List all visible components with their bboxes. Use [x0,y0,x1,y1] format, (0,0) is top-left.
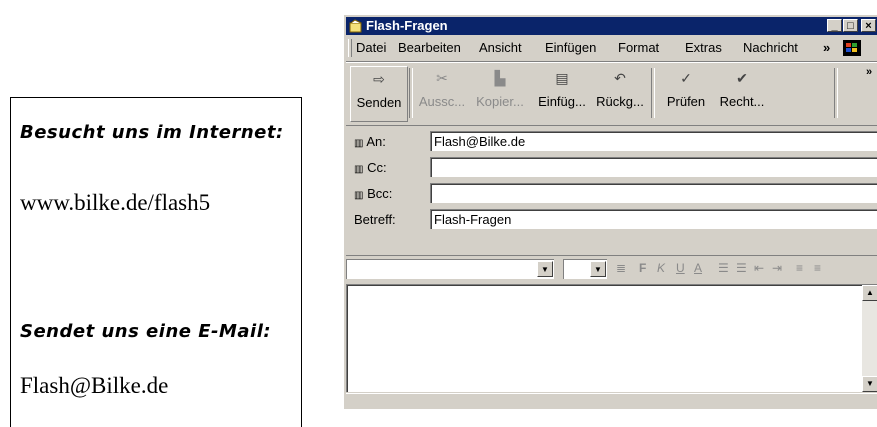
menu-extras[interactable]: Extras [685,37,722,59]
cc-row: ▥ Cc: [346,156,877,180]
scroll-up-icon[interactable]: ▲ [862,285,877,301]
menu-nachricht[interactable]: Nachricht [743,37,798,59]
undo-label: Rückg... [596,94,644,109]
bold-button[interactable]: F [639,261,646,275]
send-icon: ⇨ [373,71,385,87]
underline-button[interactable]: U [676,261,685,275]
copy-icon: ▙ [494,70,506,86]
menu-bearbeiten[interactable]: Bearbeiten [398,37,461,59]
paste-icon: ▤ [555,70,569,86]
font-size-select[interactable]: ▼ [563,259,607,279]
menu-datei[interactable]: Datei [356,37,386,59]
numbered-list-icon[interactable]: ☰ [718,261,729,275]
copy-label: Kopier... [476,94,524,109]
chevron-down-icon[interactable]: ▼ [590,261,606,277]
undo-icon: ↶ [614,70,626,86]
window-title: Flash-Fragen [366,18,448,33]
italic-button[interactable]: K [657,261,665,275]
menu-grip [348,39,352,57]
title-bar[interactable]: Flash-Fragen _ □ × [346,17,877,35]
paragraph-style-icon[interactable]: ≣ [616,261,626,275]
menu-format[interactable]: Format [618,37,659,59]
to-row: ▥ An: Flash@Bilke.de [346,130,877,154]
chevron-down-icon[interactable]: ▼ [537,261,553,277]
scroll-down-icon[interactable]: ▼ [862,376,877,392]
undo-button[interactable]: ↶ Rückg... [592,66,648,120]
check-label: Prüfen [666,94,706,109]
website-url: www.bilke.de/flash5 [20,190,211,215]
mail-heading: Sendet uns eine E-Mail: [20,321,272,342]
toolbar-separator [409,68,413,118]
vertical-scrollbar[interactable]: ▲ ▼ [862,285,877,392]
address-book-icon: ▥ [354,138,364,149]
status-bar [346,393,877,409]
address-book-icon: ▥ [354,190,364,201]
compose-window: Flash-Fragen _ □ × Datei Bearbeiten Ansi… [343,14,877,409]
toolbar-overflow[interactable]: » [866,66,872,78]
check-names-button[interactable]: ✓ Prüfen [658,66,714,120]
menu-einfuegen[interactable]: Einfügen [545,37,596,59]
subject-label: Betreff: [354,212,396,227]
contact-email: Flash@Bilke.de [20,373,169,398]
align-left-icon[interactable]: ≡ [796,261,803,275]
subject-field[interactable]: Flash-Fragen [430,209,877,229]
cut-icon: ✂ [436,70,448,86]
check-names-icon: ✓ [680,70,692,86]
minimize-button[interactable]: _ [827,19,842,32]
format-toolbar: ▼ ▼ ≣ F K U A ☰ ☰ ⇤ ⇥ ≡ ≡ [346,255,877,282]
message-header: ▥ An: Flash@Bilke.de ▥ Cc: ▥ Bcc: Betref… [346,125,877,256]
toolbar: ⇨ Senden ✂ Aussc... ▙ Kopier... ▤ Einfüg… [346,61,877,124]
increase-indent-icon[interactable]: ⇥ [772,261,782,275]
cut-label: Aussc... [418,94,466,109]
spellcheck-button[interactable]: ✔ Recht... [714,66,770,120]
send-button[interactable]: ⇨ Senden [350,66,408,122]
to-field[interactable]: Flash@Bilke.de [430,131,877,151]
toolbar-separator [834,68,838,118]
copy-button[interactable]: ▙ Kopier... [472,66,528,120]
address-book-icon: ▥ [354,164,364,175]
close-button[interactable]: × [861,19,876,32]
maximize-button[interactable]: □ [843,19,858,32]
subject-row: Betreff: Flash-Fragen [346,208,877,232]
menu-bar: Datei Bearbeiten Ansicht Einfügen Format… [346,37,877,59]
cc-field[interactable] [430,157,877,177]
decrease-indent-icon[interactable]: ⇤ [754,261,764,275]
windows-logo-icon [843,40,861,56]
menu-ansicht[interactable]: Ansicht [479,37,522,59]
paste-button[interactable]: ▤ Einfüg... [534,66,590,120]
spellcheck-icon: ✔ [736,70,748,86]
paste-label: Einfüg... [538,94,586,109]
cut-button[interactable]: ✂ Aussc... [414,66,470,120]
bcc-row: ▥ Bcc: [346,182,877,206]
menu-overflow[interactable]: » [823,37,830,59]
message-body[interactable]: ▲ ▼ [346,284,877,392]
send-label: Senden [356,95,402,110]
font-color-button[interactable]: A [694,261,702,275]
spell-label: Recht... [719,94,765,109]
to-label[interactable]: ▥ An: [354,134,386,149]
bullet-list-icon[interactable]: ☰ [736,261,747,275]
font-select[interactable]: ▼ [346,259,554,279]
info-card: Besucht uns im Internet: www.bilke.de/fl… [10,97,302,427]
web-heading: Besucht uns im Internet: [20,122,284,143]
toolbar-separator [651,68,655,118]
bcc-label[interactable]: ▥ Bcc: [354,186,392,201]
cc-label[interactable]: ▥ Cc: [354,160,387,175]
outlook-icon [349,19,362,33]
bcc-field[interactable] [430,183,877,203]
align-center-icon[interactable]: ≡ [814,261,821,275]
